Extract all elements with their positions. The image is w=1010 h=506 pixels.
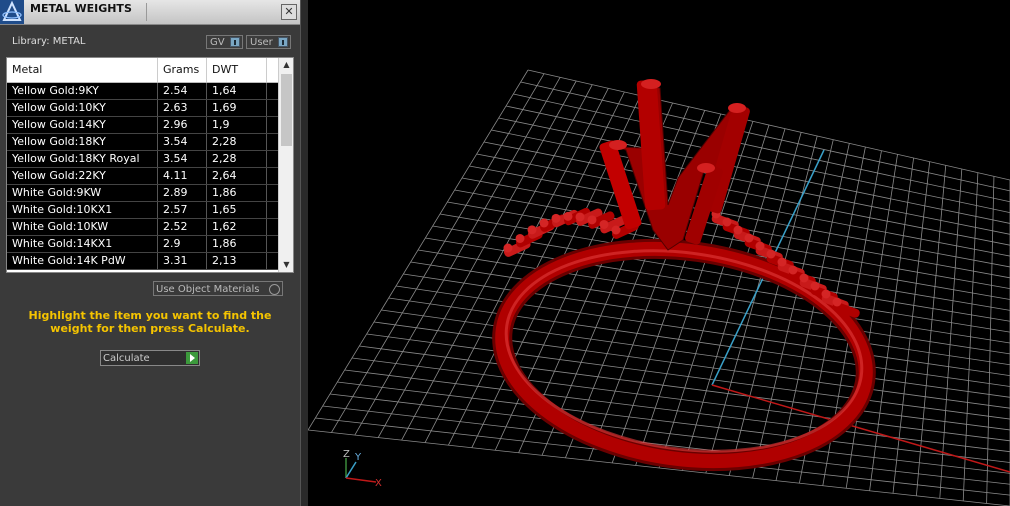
stone-bead: [587, 215, 597, 225]
metal-cell: Yellow Gold:18KY: [7, 134, 158, 150]
table-scrollbar[interactable]: ▲ ▼: [278, 58, 293, 272]
stone-bead: [755, 241, 765, 251]
table-row[interactable]: White Gold:10KX1 2.57 1,65: [7, 202, 278, 219]
dwt-cell: 1,86: [207, 185, 267, 201]
table-row[interactable]: Yellow Gold:18KY 3.54 2,28: [7, 134, 278, 151]
table-row[interactable]: Yellow Gold:10KY 2.63 1,69: [7, 100, 278, 117]
stone-bead: [733, 225, 743, 235]
stone-bead: [722, 217, 732, 227]
scroll-up-icon[interactable]: ▲: [279, 58, 293, 72]
metal-weights-panel: METAL WEIGHTS ✕ Library: METAL GV User M…: [0, 0, 300, 506]
title-separator: [146, 3, 147, 21]
stone-bead: [503, 243, 513, 253]
metal-cell: White Gold:14KX1: [7, 236, 158, 252]
column-header-metal[interactable]: Metal: [7, 58, 158, 82]
play-icon[interactable]: [186, 352, 198, 364]
metal-cell: Yellow Gold:14KY: [7, 117, 158, 133]
metal-cell: White Gold:10KW: [7, 219, 158, 235]
panel-titlebar[interactable]: METAL WEIGHTS ✕: [0, 0, 300, 25]
user-toggle-label: User: [250, 37, 273, 48]
gv-toggle-label: GV: [210, 37, 225, 48]
dwt-cell: 1,86: [207, 236, 267, 252]
dwt-cell: 2,64: [207, 168, 267, 184]
3d-viewport[interactable]: Z Y X: [308, 0, 1010, 506]
scroll-down-icon[interactable]: ▼: [279, 258, 293, 272]
dwt-cell: 1,9: [207, 117, 267, 133]
dwt-cell: 2,28: [207, 134, 267, 150]
gv-toggle[interactable]: GV: [206, 35, 243, 49]
metal-cell: Yellow Gold:22KY: [7, 168, 158, 184]
dwt-cell: 2,13: [207, 253, 267, 269]
table-row[interactable]: White Gold:14KX1 2.9 1,86: [7, 236, 278, 253]
panel-title: METAL WEIGHTS: [30, 2, 132, 15]
table-row[interactable]: White Gold:9KW 2.89 1,86: [7, 185, 278, 202]
stone-bead: [810, 281, 820, 291]
stone-bead: [515, 233, 525, 243]
stone-bead: [539, 218, 549, 228]
stone-bead: [599, 219, 609, 229]
stone-bead: [611, 225, 621, 235]
metal-cell: White Gold:10KX1: [7, 202, 158, 218]
table-header: Metal Grams DWT: [7, 58, 278, 83]
metal-cell: Yellow Gold:10KY: [7, 100, 158, 116]
dwt-cell: 2,28: [207, 151, 267, 167]
table-row[interactable]: White Gold:14K PdW 3.31 2,13: [7, 253, 278, 270]
toggle-switch-icon: [230, 37, 240, 47]
stone-bead: [563, 211, 573, 221]
metal-table: Metal Grams DWT Yellow Gold:9KY 2.54 1,64 Y…: [6, 57, 294, 273]
dwt-cell: 1,64: [207, 83, 267, 99]
stone-bead: [575, 212, 585, 222]
grams-cell: 3.54: [158, 151, 207, 167]
gizmo-z-label: Z: [343, 449, 350, 460]
grams-cell: 2.52: [158, 219, 207, 235]
grams-cell: 3.31: [158, 253, 207, 269]
close-button[interactable]: ✕: [281, 4, 297, 20]
grams-cell: 4.11: [158, 168, 207, 184]
table-row[interactable]: Yellow Gold:9KY 2.54 1,64: [7, 83, 278, 100]
metal-cell: White Gold:14K PdW: [7, 253, 158, 269]
stone-bead: [832, 297, 842, 307]
metal-cell: White Gold:9KW: [7, 185, 158, 201]
user-toggle[interactable]: User: [246, 35, 291, 49]
use-object-materials-toggle[interactable]: Use Object Materials: [153, 281, 283, 296]
grams-cell: 2.96: [158, 117, 207, 133]
toggle-switch-icon: [278, 37, 288, 47]
app-logo-icon: [0, 0, 24, 24]
grams-cell: 2.89: [158, 185, 207, 201]
table-row[interactable]: Yellow Gold:18KY Royal 3.54 2,28: [7, 151, 278, 168]
table-row[interactable]: White Gold:10KW 2.52 1,62: [7, 219, 278, 236]
grams-cell: 2.57: [158, 202, 207, 218]
stone-bead: [527, 225, 537, 235]
stone-bead: [821, 289, 831, 299]
gizmo-y-label: Y: [354, 452, 362, 463]
stone-bead: [551, 213, 561, 223]
stone-bead: [744, 233, 754, 243]
gizmo-x-label: X: [375, 478, 382, 489]
metal-cell: Yellow Gold:9KY: [7, 83, 158, 99]
calculate-dropdown[interactable]: Calculate: [100, 350, 200, 366]
scroll-thumb[interactable]: [281, 74, 292, 146]
dwt-cell: 1,69: [207, 100, 267, 116]
stone-bead: [788, 265, 798, 275]
instruction-text: Highlight the item you want to find the …: [28, 309, 272, 335]
grams-cell: 2.54: [158, 83, 207, 99]
table-row[interactable]: Yellow Gold:22KY 4.11 2,64: [7, 168, 278, 185]
library-label: Library: METAL: [12, 36, 86, 47]
dwt-cell: 1,65: [207, 202, 267, 218]
use-object-materials-label: Use Object Materials: [156, 284, 260, 295]
grams-cell: 2.9: [158, 236, 207, 252]
calculate-label: Calculate: [103, 353, 150, 364]
stone-bead: [777, 257, 787, 267]
table-row[interactable]: Yellow Gold:14KY 2.96 1,9: [7, 117, 278, 134]
column-header-grams[interactable]: Grams: [158, 58, 207, 82]
stone-bead: [766, 249, 776, 259]
stone-bead: [799, 273, 809, 283]
dwt-cell: 1,62: [207, 219, 267, 235]
metal-cell: Yellow Gold:18KY Royal: [7, 151, 158, 167]
grams-cell: 2.63: [158, 100, 207, 116]
column-header-dwt[interactable]: DWT: [207, 58, 267, 82]
radio-icon: [269, 284, 280, 295]
grams-cell: 3.54: [158, 134, 207, 150]
